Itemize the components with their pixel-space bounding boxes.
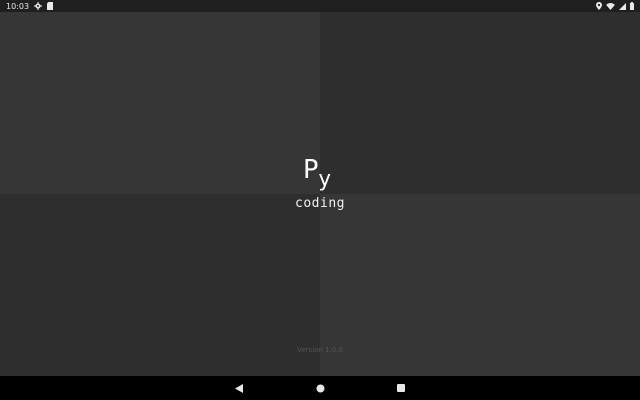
status-right [596,0,634,12]
logo-letter-y: y [318,167,332,192]
wifi-icon [606,2,615,10]
app-subtitle: coding [295,196,345,211]
back-button[interactable] [224,376,254,400]
status-left: 10:03 [6,0,54,12]
splash-screen: P y coding Version 1.0.0 [0,12,640,376]
signal-icon [619,2,626,10]
navigation-bar [0,376,640,400]
settings-icon [34,2,42,10]
status-bar: 10:03 [0,0,640,12]
version-label: Version 1.0.0 [297,346,343,354]
logo-letter-p: P [303,155,319,185]
status-time: 10:03 [6,1,30,11]
home-button[interactable] [305,376,335,400]
sd-card-icon [47,2,54,10]
home-icon [316,384,325,393]
recents-icon [397,384,405,392]
back-icon [235,383,243,393]
battery-icon [630,2,634,10]
location-icon [596,2,602,10]
recents-button[interactable] [386,376,416,400]
app-logo: P y [0,157,640,197]
